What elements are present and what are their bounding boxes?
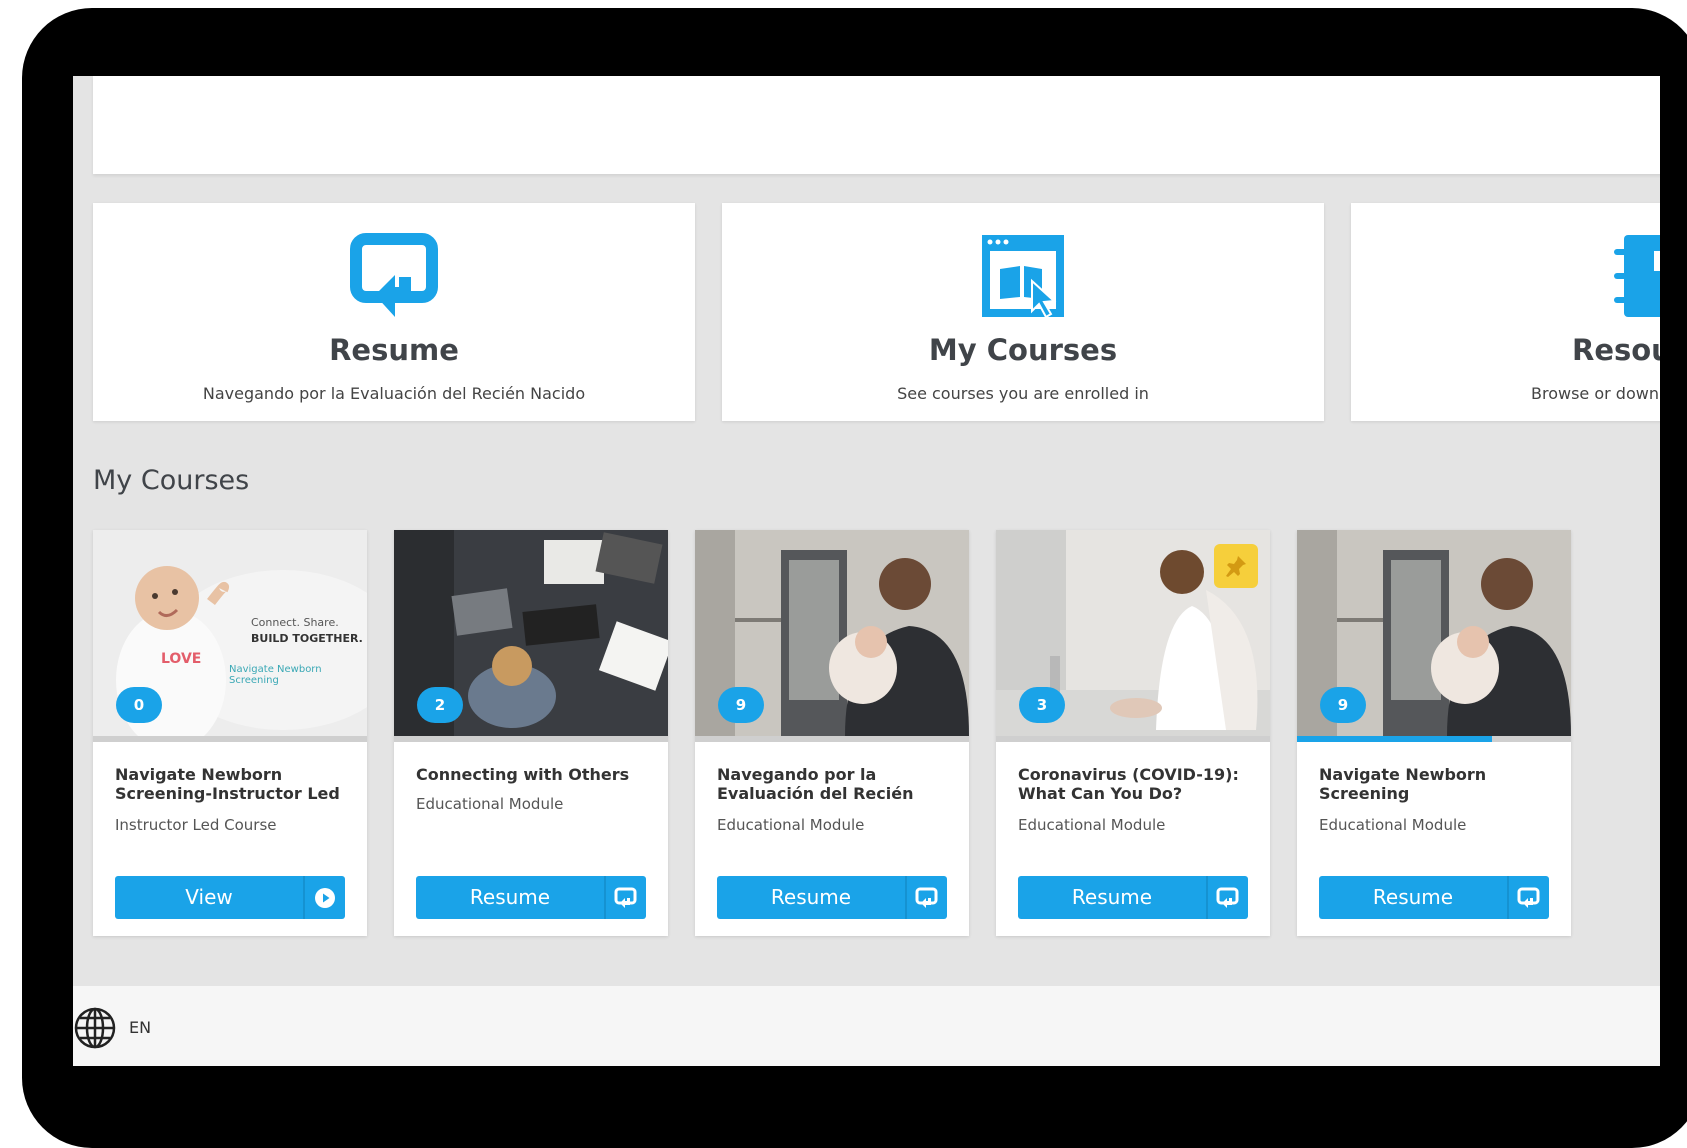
course-card[interactable]: LOVE Connect. Share. BUILD TOGETHER. Nav…: [93, 530, 367, 936]
course-book-icon: [982, 235, 1064, 319]
tile-title: Resume: [329, 333, 459, 367]
course-count-badge: 9: [718, 687, 764, 723]
button-label: Resume: [469, 885, 551, 909]
progress-bar: [93, 736, 367, 742]
resume-button[interactable]: Resume: [1319, 876, 1549, 919]
course-thumbnail: 2: [394, 530, 668, 736]
button-label: Resume: [1372, 885, 1454, 909]
top-header-bar: [93, 76, 1660, 174]
tile-subtitle: Navegando por la Evaluación del Recién N…: [202, 384, 586, 403]
course-count-badge: 9: [1320, 687, 1366, 723]
pinned-badge[interactable]: [1214, 544, 1258, 588]
course-card[interactable]: 2 Connecting with Others Educational Mod…: [394, 530, 668, 936]
tile-title: My Courses: [928, 333, 1118, 367]
course-count-badge: 3: [1019, 687, 1065, 723]
course-card[interactable]: 9 Navegando por la Evaluación del Recién…: [695, 530, 969, 936]
resources-tile[interactable]: Resou Browse or downl: [1351, 203, 1660, 421]
shirt-text: LOVE: [161, 651, 202, 667]
resume-icon: [1208, 876, 1248, 919]
course-title: Navigate Newborn Screening: [1319, 765, 1487, 803]
app-screen: Resume Navegando por la Evaluación del R…: [73, 76, 1660, 1066]
thumb-tagline: Connect. Share.: [251, 616, 339, 629]
resume-button[interactable]: Resume: [1018, 876, 1248, 919]
resume-button[interactable]: Resume: [416, 876, 646, 919]
course-thumbnail: 9: [695, 530, 969, 736]
progress-bar: [695, 736, 969, 742]
course-title: Coronavirus (COVID-19): What Can You Do?: [1018, 765, 1239, 803]
tile-subtitle: See courses you are enrolled in: [897, 384, 1149, 403]
section-title: My Courses: [93, 465, 250, 496]
course-thumbnail: 9: [1297, 530, 1571, 736]
progress-bar: [1297, 736, 1571, 742]
course-type: Educational Module: [416, 795, 564, 813]
button-label: View: [185, 885, 233, 909]
course-title: Navegando por la Evaluación del Recién: [717, 765, 914, 803]
language-selector[interactable]: EN: [129, 1018, 151, 1037]
progress-bar: [394, 736, 668, 742]
tile-title: Resou: [1572, 333, 1660, 367]
course-type: Instructor Led Course: [115, 816, 277, 834]
thumb-brand: Navigate Newborn Screening: [229, 664, 322, 686]
resume-tile[interactable]: Resume Navegando por la Evaluación del R…: [93, 203, 695, 421]
pin-icon: [1226, 556, 1246, 577]
my-courses-tile[interactable]: My Courses See courses you are enrolled …: [722, 203, 1324, 421]
footer-bar: EN: [73, 986, 1660, 1066]
course-title: Navigate Newborn Screening-Instructor Le…: [115, 765, 340, 803]
course-type: Educational Module: [717, 816, 865, 834]
button-label: Resume: [1071, 885, 1153, 909]
course-count-badge: 0: [116, 687, 162, 723]
progress-bar: [996, 736, 1270, 742]
resume-icon: [1509, 876, 1549, 919]
resume-icon: [350, 233, 438, 317]
course-thumbnail: 3: [996, 530, 1270, 736]
resume-icon: [606, 876, 646, 919]
course-count-badge: 2: [417, 687, 463, 723]
thumb-tagline-bold: BUILD TOGETHER.: [251, 632, 363, 645]
course-thumbnail: LOVE Connect. Share. BUILD TOGETHER. Nav…: [93, 530, 367, 736]
view-button[interactable]: View: [115, 876, 345, 919]
play-circle-icon: [305, 876, 345, 919]
button-label: Resume: [770, 885, 852, 909]
progress-fill: [1297, 736, 1492, 742]
course-card[interactable]: 9 Navigate Newborn Screening Educational…: [1297, 530, 1571, 936]
resume-icon: [907, 876, 947, 919]
globe-icon[interactable]: [73, 1006, 117, 1050]
course-type: Educational Module: [1319, 816, 1467, 834]
tile-subtitle: Browse or downl: [1531, 384, 1660, 403]
course-card[interactable]: 3 Coronavirus (COVID-19): What Can You D…: [996, 530, 1270, 936]
resources-icon: [1614, 235, 1660, 317]
course-type: Educational Module: [1018, 816, 1166, 834]
course-title: Connecting with Others: [416, 765, 630, 784]
resume-button[interactable]: Resume: [717, 876, 947, 919]
